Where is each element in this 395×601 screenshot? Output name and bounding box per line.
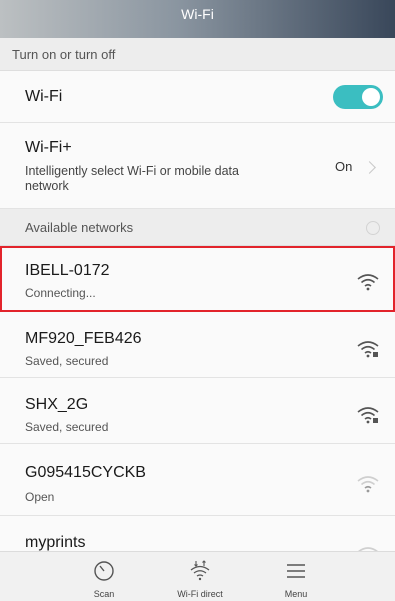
wifi-secured-signal-icon: [357, 407, 379, 424]
network-row[interactable]: SHX_2G Saved, secured: [0, 378, 395, 444]
menu-button[interactable]: Menu: [256, 552, 336, 601]
menu-icon: [287, 564, 305, 578]
header-bar: Wi-Fi: [0, 0, 395, 38]
wifi-toggle-switch[interactable]: [333, 85, 383, 109]
network-status: Saved, secured: [25, 420, 109, 434]
wifi-secured-signal-icon: [357, 341, 379, 358]
wifi-row-label: Wi-Fi: [25, 88, 63, 105]
wifi-plus-subtitle-line1: Intelligently select Wi-Fi or mobile dat…: [25, 164, 239, 178]
network-status: Saved, secured: [25, 354, 109, 368]
network-ssid: SHX_2G: [25, 396, 89, 413]
network-ssid: myprints: [25, 534, 86, 551]
section-header-toggle: Turn on or turn off: [0, 38, 395, 71]
scan-icon: [94, 561, 114, 581]
wifi-settings-screen: Wi-Fi Turn on or turn off Wi-Fi Wi-Fi+ I…: [0, 0, 395, 601]
wifi-plus-status: On: [335, 159, 353, 174]
menu-label: Menu: [284, 589, 308, 599]
network-row[interactable]: G095415CYCKB Open: [0, 444, 395, 516]
wifi-plus-title: Wi-Fi+: [25, 139, 72, 156]
section-label: Turn on or turn off: [12, 47, 116, 62]
network-status: Open: [25, 490, 55, 504]
chevron-right-icon: [363, 161, 376, 174]
wifi-direct-button[interactable]: Wi-Fi direct: [160, 552, 240, 601]
wifi-direct-label: Wi-Fi direct: [177, 589, 223, 599]
scan-label: Scan: [93, 589, 115, 599]
wifi-direct-icon: [190, 560, 210, 581]
wifi-plus-subtitle-line2: network: [25, 179, 69, 193]
scan-button[interactable]: Scan: [64, 552, 144, 601]
network-row[interactable]: MF920_FEB426 Saved, secured: [0, 312, 395, 378]
section-header-available: Available networks: [0, 209, 395, 246]
network-row[interactable]: myprints: [0, 516, 395, 556]
network-status: Connecting...: [25, 286, 96, 300]
network-ssid: G095415CYCKB: [25, 464, 146, 481]
toggle-knob: [362, 88, 380, 106]
wifi-weak-signal-icon: [357, 476, 379, 493]
wifi-plus-row[interactable]: Wi-Fi+ Intelligently select Wi-Fi or mob…: [0, 123, 395, 209]
network-ssid: MF920_FEB426: [25, 330, 142, 347]
wifi-toggle-row[interactable]: Wi-Fi: [0, 71, 395, 123]
bottom-action-bar: Scan Wi-Fi direct Menu: [0, 551, 395, 601]
network-row[interactable]: IBELL-0172 Connecting...: [0, 246, 395, 312]
wifi-signal-icon: [357, 274, 379, 291]
section-label: Available networks: [25, 220, 134, 235]
scanning-spinner-icon: [366, 221, 380, 235]
page-title: Wi-Fi: [181, 6, 214, 22]
network-ssid: IBELL-0172: [25, 262, 110, 279]
